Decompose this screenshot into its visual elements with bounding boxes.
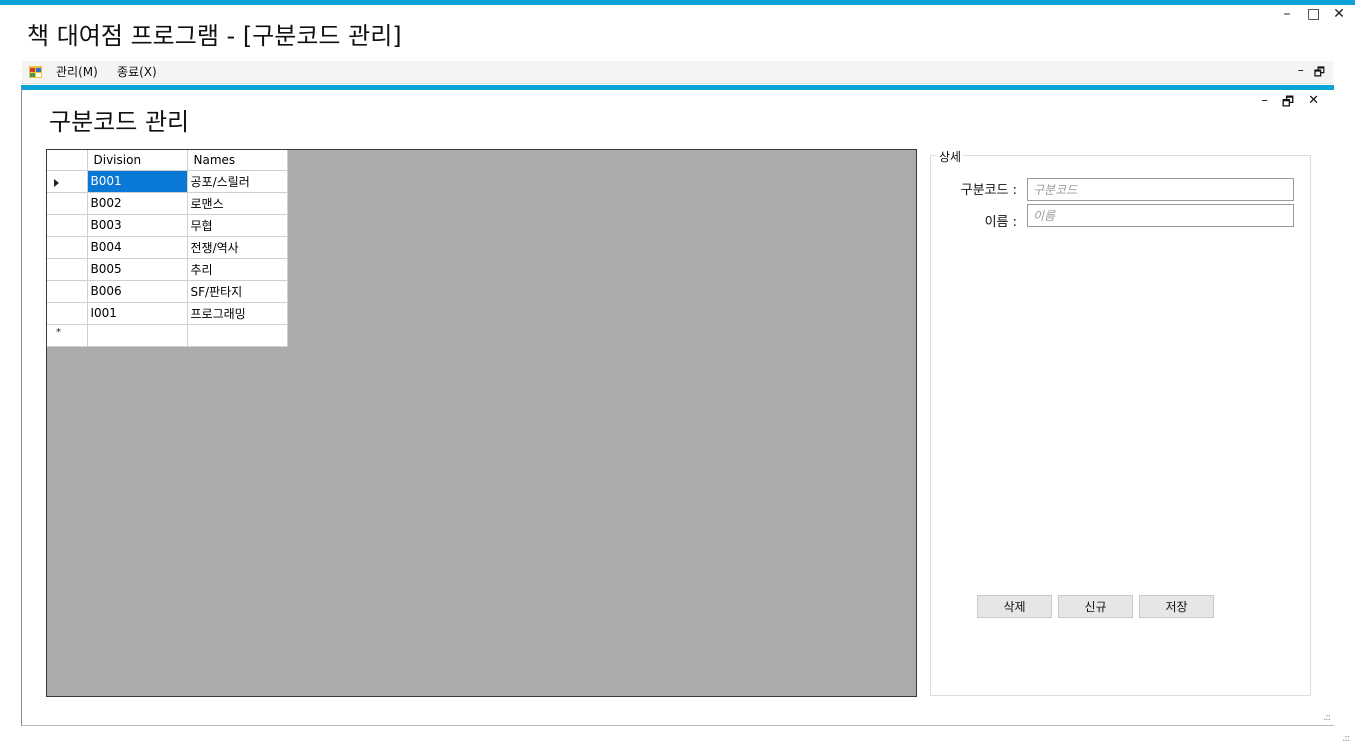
cell-division[interactable]: B004: [87, 236, 188, 259]
child-minimize-button[interactable]: –: [1261, 93, 1268, 115]
table-row[interactable]: I001 프로그래밍: [47, 302, 288, 325]
table-row[interactable]: B004 전쟁/역사: [47, 236, 288, 259]
menu-bar: 관리(M) 종료(X) – 🗗: [22, 61, 1333, 84]
code-label: 구분코드 :: [960, 183, 1017, 198]
column-header-names[interactable]: Names: [187, 150, 288, 171]
cell-division[interactable]: B005: [87, 258, 188, 281]
column-header-division[interactable]: Division: [87, 150, 188, 171]
row-header[interactable]: [47, 192, 88, 215]
mdi-controls: – 🗗: [1298, 63, 1325, 84]
child-window-controls: – 🗗 ✕: [1261, 93, 1319, 115]
cell-name[interactable]: 프로그래밍: [187, 302, 288, 325]
window-resize-grip-icon[interactable]: .::: [1342, 733, 1350, 744]
grid-header-row: Division Names: [47, 150, 288, 171]
window-controls: – □ ✕: [1281, 6, 1345, 22]
detail-legend: 상세: [937, 148, 964, 165]
detail-groupbox: 상세 구분코드 : 이름 : 삭제 신규 저장: [930, 148, 1311, 696]
name-input[interactable]: [1027, 204, 1294, 227]
cell-division[interactable]: B003: [87, 214, 188, 237]
mdi-child-icon[interactable]: [29, 66, 42, 78]
child-close-button[interactable]: ✕: [1308, 93, 1319, 115]
cell-name[interactable]: 로맨스: [187, 192, 288, 215]
menu-manage[interactable]: 관리(M): [56, 64, 98, 80]
table-row[interactable]: B003 무협: [47, 214, 288, 237]
cell-name-new[interactable]: [187, 324, 288, 347]
cell-division[interactable]: I001: [87, 302, 188, 325]
table-row[interactable]: B005 추리: [47, 258, 288, 281]
cell-division[interactable]: B006: [87, 280, 188, 303]
new-row[interactable]: *: [47, 324, 288, 347]
window-accent-bar: [0, 0, 1355, 5]
maximize-window-button[interactable]: □: [1307, 6, 1320, 22]
new-row-marker-icon: *: [56, 326, 61, 338]
save-button[interactable]: 저장: [1139, 595, 1214, 618]
division-data-grid[interactable]: Division Names B001 공포/스릴러 B002 로맨스 B003…: [46, 149, 917, 697]
app-title: 책 대여점 프로그램 - [구분코드 관리]: [27, 22, 402, 50]
grid-corner-header[interactable]: [47, 150, 88, 171]
cell-name[interactable]: 전쟁/역사: [187, 236, 288, 259]
child-restore-button[interactable]: 🗗: [1282, 93, 1294, 115]
menu-exit[interactable]: 종료(X): [117, 64, 157, 80]
mdi-minimize-button[interactable]: –: [1298, 63, 1304, 84]
row-header[interactable]: [47, 258, 88, 281]
cell-division[interactable]: B001: [87, 170, 188, 193]
delete-button[interactable]: 삭제: [977, 595, 1052, 618]
minimize-window-button[interactable]: –: [1281, 6, 1293, 22]
row-header[interactable]: [47, 280, 88, 303]
cell-name[interactable]: 추리: [187, 258, 288, 281]
code-input[interactable]: [1027, 178, 1294, 201]
close-window-button[interactable]: ✕: [1333, 6, 1345, 22]
grid-table: Division Names B001 공포/스릴러 B002 로맨스 B003…: [47, 150, 288, 347]
new-button[interactable]: 신규: [1058, 595, 1133, 618]
form-title: 구분코드 관리: [49, 108, 190, 136]
mdi-restore-button[interactable]: 🗗: [1314, 63, 1325, 84]
row-header-current[interactable]: [47, 170, 88, 193]
cell-name[interactable]: SF/판타지: [187, 280, 288, 303]
table-row[interactable]: B001 공포/스릴러: [47, 170, 288, 193]
cell-division[interactable]: B002: [87, 192, 188, 215]
current-row-arrow-icon: [54, 178, 59, 187]
row-header-new[interactable]: *: [47, 324, 88, 347]
row-header[interactable]: [47, 236, 88, 259]
name-label: 이름 :: [984, 215, 1017, 230]
child-resize-grip-icon[interactable]: .::: [1323, 712, 1331, 723]
cell-division-new[interactable]: [87, 324, 188, 347]
cell-name[interactable]: 공포/스릴러: [187, 170, 288, 193]
row-header[interactable]: [47, 214, 88, 237]
table-row[interactable]: B002 로맨스: [47, 192, 288, 215]
table-row[interactable]: B006 SF/판타지: [47, 280, 288, 303]
child-window: – 🗗 ✕ 구분코드 관리 Division Names B001 공포/스릴러: [21, 85, 1334, 726]
cell-name[interactable]: 무협: [187, 214, 288, 237]
row-header[interactable]: [47, 302, 88, 325]
